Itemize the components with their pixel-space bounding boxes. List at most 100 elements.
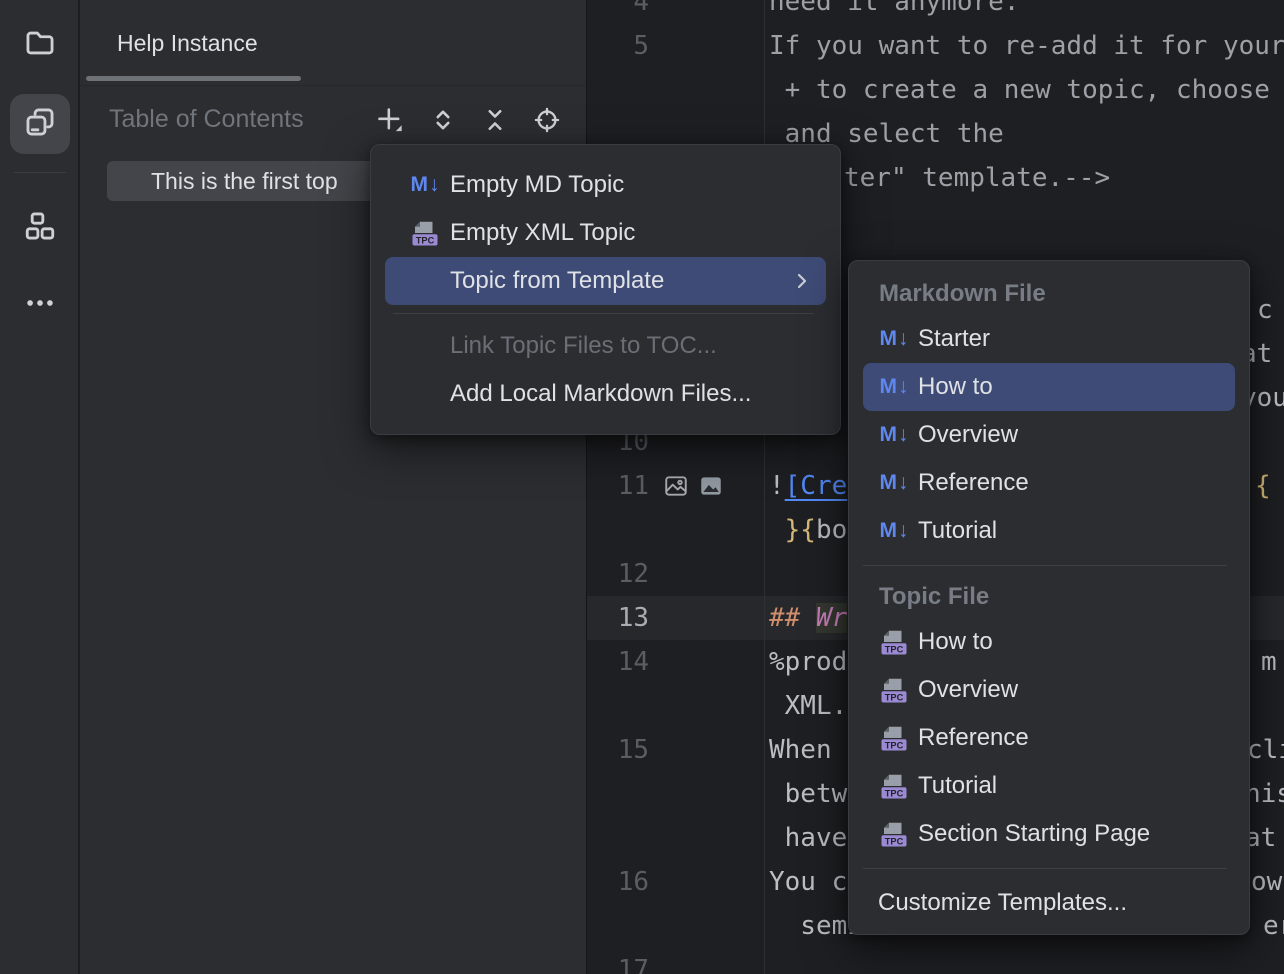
menu-item-add-local-markdown[interactable]: Add Local Markdown Files...: [385, 370, 826, 418]
menu-item-link-topic-files: Link Topic Files to TOC...: [385, 322, 826, 370]
line-number: 17: [587, 948, 649, 974]
more-icon: [23, 286, 57, 325]
line-number: 13: [587, 596, 649, 640]
menu-separator: [863, 565, 1227, 566]
code-segment: bo: [816, 515, 847, 545]
instances-icon: [23, 105, 57, 144]
line-number: 5: [587, 24, 649, 68]
code-segment: cli: [1247, 728, 1284, 772]
line-number: 16: [587, 860, 649, 904]
panel-section-title: Table of Contents: [109, 105, 304, 134]
submenu-item-tpc-how-to[interactable]: TPC How to: [863, 618, 1235, 666]
line-number: 15: [587, 728, 649, 772]
submenu-item-md-starter[interactable]: M↓ Starter: [863, 315, 1235, 363]
code-segment: ter" template.-->: [844, 156, 1110, 200]
code-segment: need it anymore.: [769, 0, 1019, 17]
svg-text:TPC: TPC: [885, 789, 904, 799]
sidebar-item-more[interactable]: [10, 275, 70, 335]
submenu-item-tpc-reference[interactable]: TPC Reference: [863, 714, 1235, 762]
collapse-all-icon[interactable]: [481, 106, 509, 134]
markdown-icon: M↓: [878, 471, 910, 495]
menu-item-label: How to: [918, 373, 993, 401]
menu-item-label: Section Starting Page: [918, 820, 1150, 848]
code-segment: ow: [1251, 860, 1282, 904]
image-filled-icon[interactable]: [698, 473, 724, 499]
code-segment: Wr: [816, 603, 847, 633]
submenu-item-md-overview[interactable]: M↓ Overview: [863, 411, 1235, 459]
submenu-item-tpc-section-starting-page[interactable]: TPC Section Starting Page: [863, 810, 1235, 858]
context-menu: M↓ Empty MD Topic TPC Empty XML Topic To…: [370, 144, 841, 435]
markdown-icon: M↓: [878, 423, 910, 447]
submenu-item-md-tutorial[interactable]: M↓ Tutorial: [863, 507, 1235, 555]
code-segment: er: [1263, 904, 1284, 948]
menu-item-label: Reference: [918, 469, 1029, 497]
line-number: 12: [587, 552, 649, 596]
submenu-item-md-how-to[interactable]: M↓ How to: [863, 363, 1235, 411]
svg-text:TPC: TPC: [885, 741, 904, 751]
editor-line[interactable]: 17: [587, 948, 1284, 974]
toolwindow-header: Help Instance: [80, 0, 586, 86]
image-outline-icon[interactable]: [663, 473, 689, 499]
line-number: 14: [587, 640, 649, 684]
structure-icon: [23, 209, 57, 248]
code-segment: c: [1257, 288, 1273, 332]
sidebar-item-structure[interactable]: [10, 198, 70, 258]
line-number: 4: [587, 0, 649, 24]
code-segment: You c: [769, 867, 847, 897]
code-segment: + to create a new topic, choose ": [769, 75, 1284, 105]
editor-line[interactable]: + to create a new topic, choose ": [587, 68, 1284, 112]
line-number: 11: [587, 464, 649, 508]
svg-text:TPC: TPC: [885, 837, 904, 847]
svg-text:TPC: TPC: [885, 645, 904, 655]
code-segment: [Cre: [785, 471, 848, 501]
submenu-item-tpc-overview[interactable]: TPC Overview: [863, 666, 1235, 714]
code-segment: {: [1255, 464, 1271, 508]
submenu-group-header: Topic File: [849, 576, 1249, 618]
gutter-icons[interactable]: [663, 473, 724, 499]
markdown-icon: M↓: [409, 173, 441, 197]
code-segment: m: [1261, 640, 1277, 684]
sidebar-divider: [14, 172, 66, 173]
sidebar-item-instances[interactable]: [10, 94, 70, 154]
topic-file-icon: TPC: [878, 723, 910, 753]
active-tab-underline: [86, 76, 301, 81]
submenu-item-tpc-tutorial[interactable]: TPC Tutorial: [863, 762, 1235, 810]
menu-item-label: How to: [918, 628, 993, 656]
template-submenu: Markdown File M↓ Starter M↓ How to M↓ Ov…: [848, 260, 1250, 935]
expand-all-icon[interactable]: [429, 106, 457, 134]
menu-item-empty-md-topic[interactable]: M↓ Empty MD Topic: [385, 161, 826, 209]
menu-item-label: Customize Templates...: [878, 889, 1127, 917]
sidebar-item-project[interactable]: [10, 15, 70, 75]
markdown-icon: M↓: [878, 519, 910, 543]
toolwindow-title: Help Instance: [117, 30, 258, 57]
editor-line[interactable]: 5If you want to re-add it for your: [587, 24, 1284, 68]
topic-file-icon: TPC: [878, 771, 910, 801]
code-segment: !: [769, 471, 785, 501]
editor-line[interactable]: 4 need it anymore.: [587, 0, 1284, 24]
menu-separator: [393, 313, 814, 314]
topic-file-icon: TPC: [878, 819, 910, 849]
code-segment: %prod: [769, 647, 847, 677]
code-segment: his: [1245, 772, 1284, 816]
code-segment: XML.: [769, 691, 847, 721]
menu-item-topic-from-template[interactable]: Topic from Template: [385, 257, 826, 305]
menu-item-label: Link Topic Files to TOC...: [450, 332, 717, 360]
code-segment: When: [769, 735, 847, 765]
code-segment: ##: [769, 603, 816, 633]
menu-item-customize-templates[interactable]: Customize Templates...: [863, 879, 1235, 927]
activity-bar: [0, 0, 79, 974]
folder-icon: [23, 26, 57, 65]
topic-file-icon: TPC: [409, 218, 441, 248]
menu-item-label: Empty XML Topic: [450, 219, 635, 247]
menu-item-label: Overview: [918, 676, 1018, 704]
code-segment: [769, 515, 785, 545]
menu-item-empty-xml-topic[interactable]: TPC Empty XML Topic: [385, 209, 826, 257]
menu-item-label: Empty MD Topic: [450, 171, 624, 199]
svg-text:TPC: TPC: [416, 236, 435, 246]
menu-item-label: Reference: [918, 724, 1029, 752]
add-icon[interactable]: [376, 106, 404, 134]
locate-icon[interactable]: [533, 106, 561, 134]
submenu-group-header: Markdown File: [849, 273, 1249, 315]
submenu-item-md-reference[interactable]: M↓ Reference: [863, 459, 1235, 507]
menu-item-label: Add Local Markdown Files...: [450, 380, 751, 408]
